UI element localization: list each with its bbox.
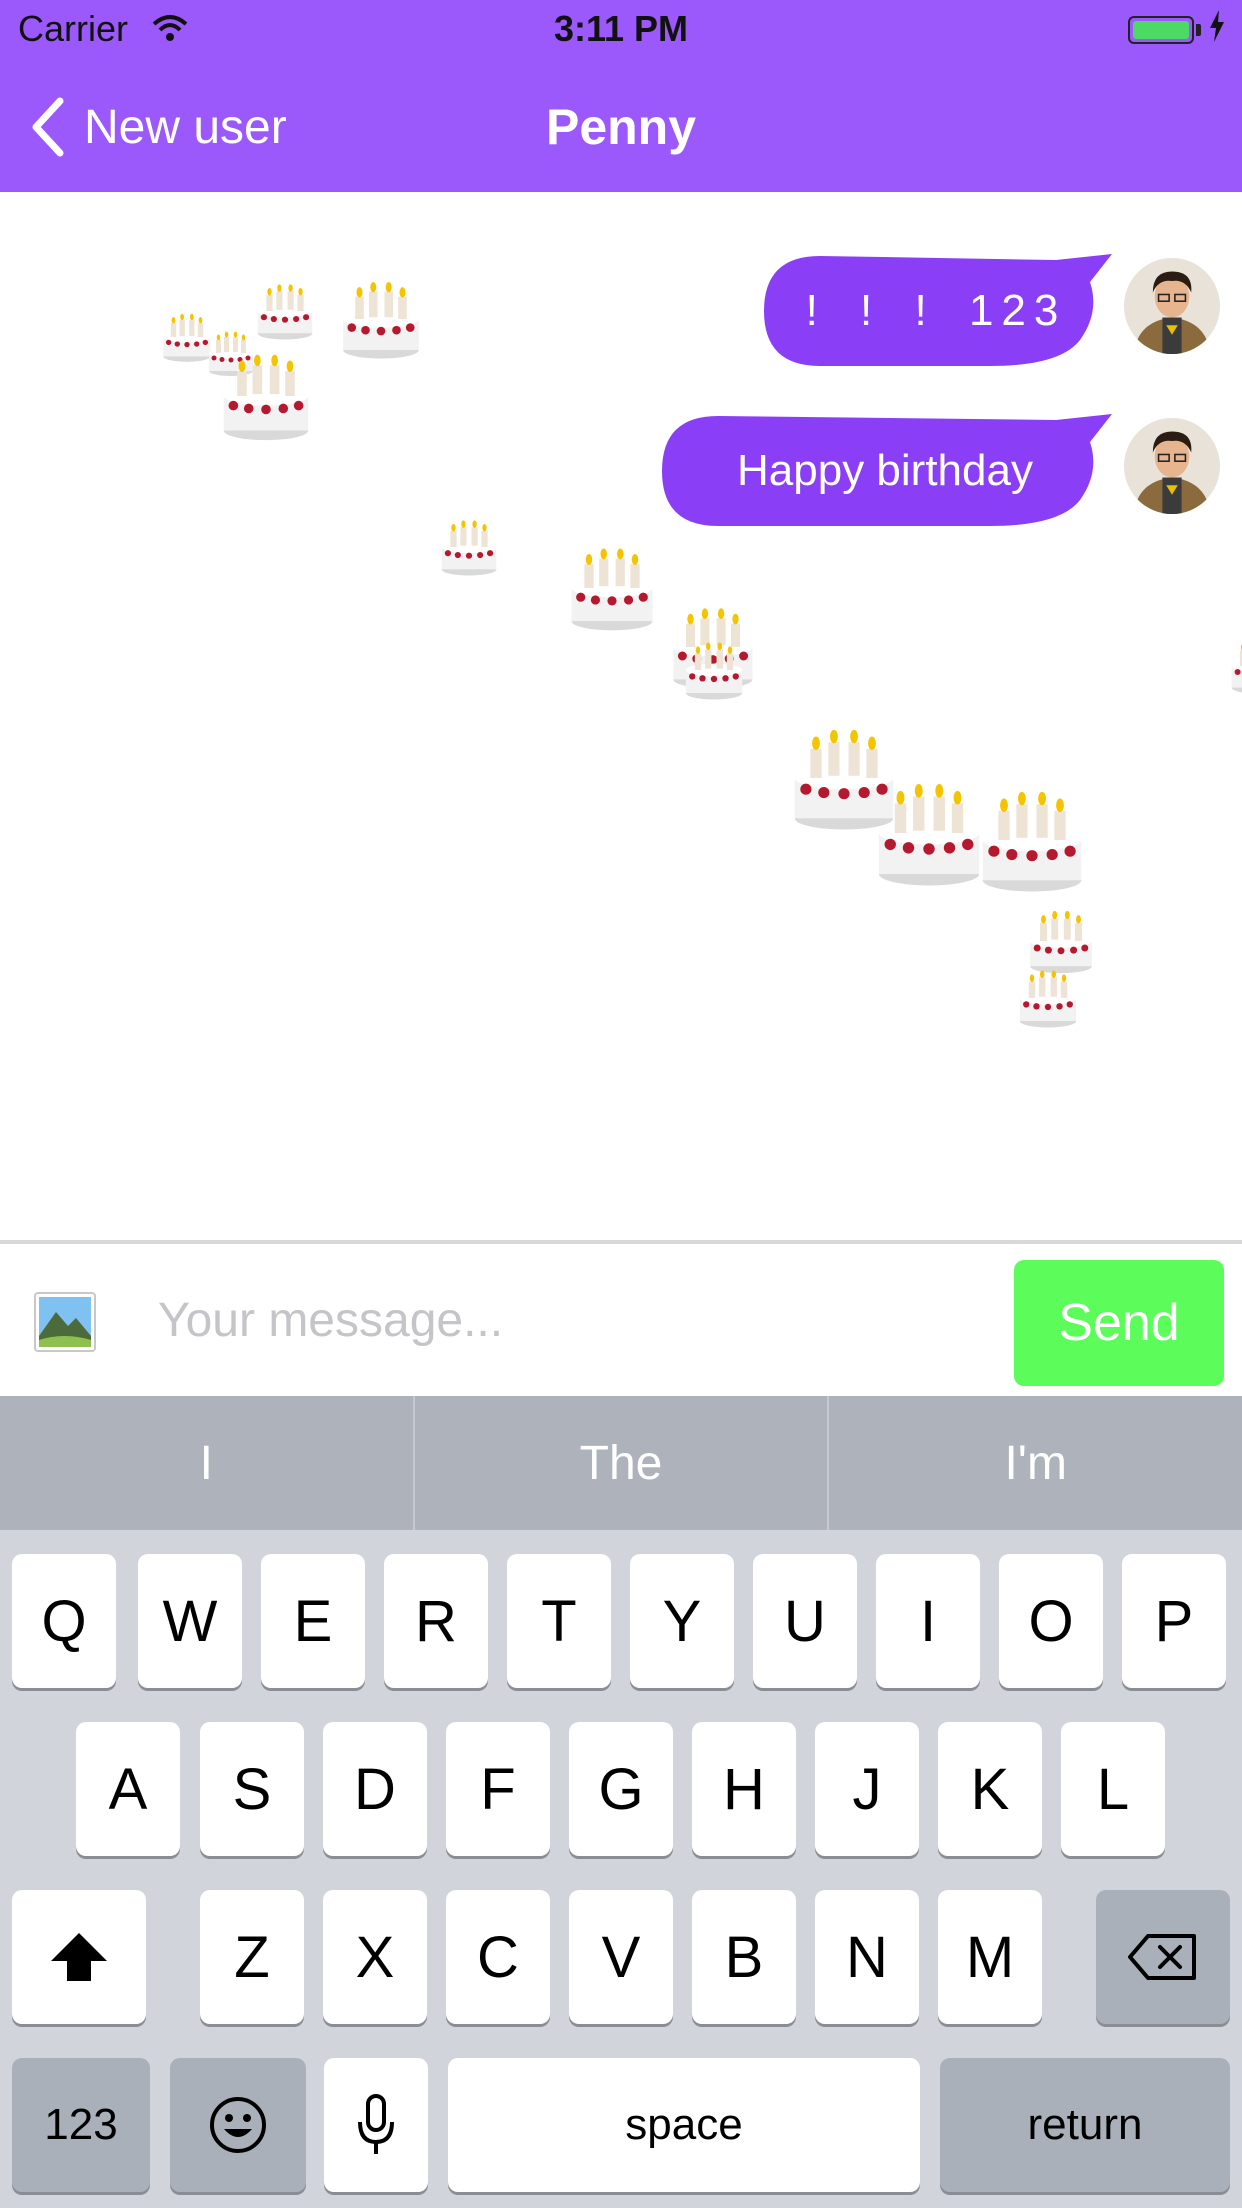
keyboard: I The I'm Q W E R T Y U I O P A S D F G …	[0, 1396, 1242, 2208]
key-m[interactable]: M	[938, 1890, 1042, 2024]
key-c[interactable]: C	[446, 1890, 550, 2024]
message-text: Happy birthday	[737, 446, 1033, 495]
send-button[interactable]: Send	[1014, 1260, 1224, 1386]
key-a[interactable]: A	[76, 1722, 180, 1856]
emoji-key[interactable]	[170, 2058, 306, 2192]
back-label: New user	[84, 100, 287, 154]
key-h[interactable]: H	[692, 1722, 796, 1856]
microphone-key[interactable]	[324, 2058, 428, 2192]
message-text: ! ! ! 123	[805, 286, 1067, 335]
key-x[interactable]: X	[323, 1890, 427, 2024]
cake-emoji	[976, 784, 1088, 896]
space-key[interactable]: space	[448, 2058, 920, 2192]
photo-library-icon[interactable]	[34, 1292, 96, 1352]
cake-emoji	[872, 776, 986, 890]
cake-emoji	[218, 348, 314, 444]
charging-icon	[1208, 10, 1226, 47]
cake-emoji	[1016, 966, 1080, 1030]
key-d[interactable]: D	[323, 1722, 427, 1856]
message-bubble[interactable]: Happy birthday	[658, 412, 1112, 530]
key-v[interactable]: V	[569, 1890, 673, 2024]
shift-key[interactable]	[12, 1890, 146, 2024]
battery-icon	[1128, 16, 1194, 44]
message-input[interactable]	[140, 1260, 1016, 1380]
key-k[interactable]: K	[938, 1722, 1042, 1856]
avatar[interactable]	[1124, 418, 1220, 514]
delete-key[interactable]	[1096, 1890, 1230, 2024]
emoji-smiley-icon	[210, 2097, 266, 2153]
microphone-icon	[358, 2094, 394, 2154]
suggestion-item[interactable]: I	[0, 1396, 413, 1530]
key-g[interactable]: G	[569, 1722, 673, 1856]
chevron-left-icon	[32, 97, 64, 157]
key-l[interactable]: L	[1061, 1722, 1165, 1856]
back-button[interactable]: New user	[30, 92, 287, 162]
status-time: 3:11 PM	[553, 8, 689, 49]
key-o[interactable]: O	[999, 1554, 1103, 1688]
suggestion-item[interactable]: The	[415, 1396, 828, 1530]
key-w[interactable]: W	[138, 1554, 242, 1688]
key-f[interactable]: F	[446, 1722, 550, 1856]
shift-arrow-icon	[51, 1933, 107, 1981]
key-p[interactable]: P	[1122, 1554, 1226, 1688]
key-u[interactable]: U	[753, 1554, 857, 1688]
avatar[interactable]	[1124, 258, 1220, 354]
nav-bar: Carrier 3:11 PM New user Penny	[0, 0, 1242, 192]
suggestion-item[interactable]: I'm	[829, 1396, 1242, 1530]
suggestion-bar: I The I'm	[0, 1396, 1242, 1530]
battery-nub	[1196, 24, 1201, 36]
message-bubble[interactable]: ! ! ! 123	[760, 252, 1112, 370]
key-q[interactable]: Q	[12, 1554, 116, 1688]
cake-emoji	[566, 542, 658, 634]
key-e[interactable]: E	[261, 1554, 365, 1688]
key-i[interactable]: I	[876, 1554, 980, 1688]
key-y[interactable]: Y	[630, 1554, 734, 1688]
key-s[interactable]: S	[200, 1722, 304, 1856]
composer-bar: Send	[0, 1240, 1242, 1396]
cake-emoji	[1228, 636, 1242, 696]
numbers-key[interactable]: 123	[12, 2058, 150, 2192]
delete-backspace-icon	[1128, 1934, 1196, 1980]
key-j[interactable]: J	[815, 1722, 919, 1856]
key-n[interactable]: N	[815, 1890, 919, 2024]
cake-emoji	[254, 280, 316, 342]
cake-emoji	[682, 638, 746, 702]
key-t[interactable]: T	[507, 1554, 611, 1688]
key-z[interactable]: Z	[200, 1890, 304, 2024]
cake-emoji	[338, 276, 424, 362]
chat-area[interactable]: ! ! ! 123 Happy birthday	[0, 192, 1242, 1240]
key-r[interactable]: R	[384, 1554, 488, 1688]
key-b[interactable]: B	[692, 1890, 796, 2024]
cake-emoji	[438, 516, 500, 578]
return-key[interactable]: return	[940, 2058, 1230, 2192]
